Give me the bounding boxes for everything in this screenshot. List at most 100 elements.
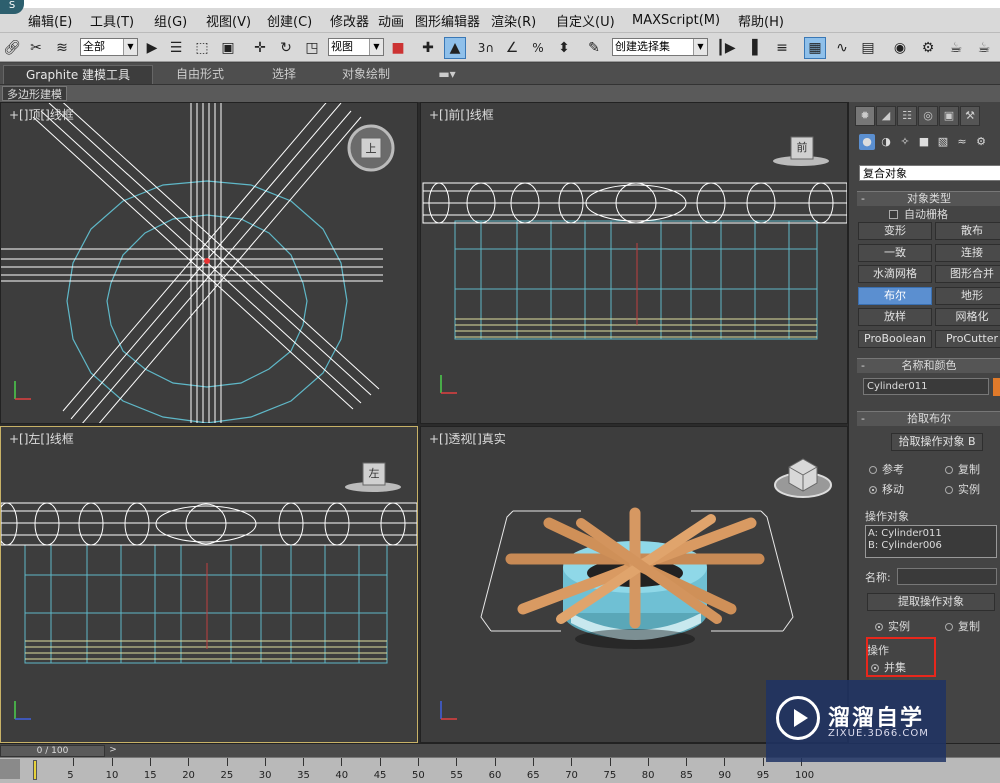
- rendered-frame-window-icon[interactable]: ☕: [946, 37, 966, 59]
- object-type-button-9[interactable]: 网格化: [935, 308, 1000, 326]
- object-type-button-4[interactable]: 水滴网格: [858, 265, 932, 283]
- next-frame-button[interactable]: >: [107, 745, 119, 757]
- object-type-button-7[interactable]: 地形: [935, 286, 1000, 305]
- viewport-front[interactable]: +[]前[]线框 前: [420, 102, 848, 424]
- render-setup-icon[interactable]: ⚙: [918, 37, 938, 59]
- move-icon[interactable]: ✛: [250, 37, 270, 59]
- rectangular-selection-icon[interactable]: ⬚: [192, 37, 212, 59]
- menu-item-2[interactable]: 组(G): [154, 11, 187, 30]
- spacewarps-icon[interactable]: ≈: [954, 134, 970, 150]
- viewcube-face[interactable]: 上: [363, 141, 379, 157]
- hierarchy-tab-icon[interactable]: ☷: [897, 106, 917, 126]
- schematic-view-icon[interactable]: ▤: [858, 37, 878, 59]
- shapes-icon[interactable]: ◑: [878, 134, 894, 150]
- object-type-button-1[interactable]: 散布: [935, 222, 1000, 240]
- layer-manager-icon[interactable]: ≡: [772, 37, 792, 59]
- object-type-button-6[interactable]: 布尔: [858, 286, 932, 305]
- viewport-top[interactable]: +[]顶[]线框 上: [0, 102, 418, 424]
- viewport-label[interactable]: +[]透视[]真实: [429, 430, 510, 447]
- object-type-button-0[interactable]: 变形: [858, 222, 932, 240]
- select-manipulate-icon[interactable]: ✚: [418, 37, 438, 59]
- pick-operand-b-button[interactable]: 拾取操作对象 B: [891, 433, 983, 451]
- radio-copy[interactable]: 复制: [945, 461, 980, 477]
- rollout-object-type[interactable]: - 对象类型: [857, 191, 1000, 206]
- menu-item-1[interactable]: 工具(T): [90, 11, 134, 30]
- pivot-center-icon[interactable]: ■: [388, 37, 408, 59]
- tab-freeform[interactable]: 自由形式: [168, 65, 232, 84]
- motion-tab-icon[interactable]: ◎: [918, 106, 938, 126]
- radio-extract-instance[interactable]: 实例: [875, 618, 910, 634]
- radio-extract-copy[interactable]: 复制: [945, 618, 980, 634]
- modify-tab-icon[interactable]: ◢: [876, 106, 896, 126]
- reference-coordinate-dropdown[interactable]: 视图 ▼: [328, 38, 384, 56]
- graphite-toggle-icon[interactable]: ▦: [804, 37, 826, 59]
- operands-list[interactable]: A: Cylinder011 B: Cylinder006: [865, 525, 997, 558]
- tab-graphite-modeling[interactable]: Graphite 建模工具: [3, 65, 153, 84]
- select-object-icon[interactable]: ▶: [142, 37, 162, 59]
- tab-selection[interactable]: 选择: [262, 65, 306, 84]
- snaps-toggle-icon[interactable]: 3 ∩: [476, 37, 496, 59]
- menu-item-7[interactable]: 图形编辑器: [415, 11, 480, 30]
- menu-item-0[interactable]: 编辑(E): [28, 11, 72, 30]
- ribbon-options-icon[interactable]: ▬▾: [432, 65, 462, 84]
- align-icon[interactable]: ▐: [742, 37, 762, 59]
- select-by-name-icon[interactable]: ☰: [166, 37, 186, 59]
- keyboard-shortcut-override-icon[interactable]: ▲: [444, 37, 466, 59]
- extract-operand-button[interactable]: 提取操作对象: [867, 593, 995, 611]
- viewcube-face[interactable]: 前: [793, 140, 811, 156]
- create-tab-icon[interactable]: ✹: [855, 106, 875, 126]
- mirror-icon[interactable]: ┃▶: [716, 37, 736, 59]
- menu-item-11[interactable]: 帮助(H): [738, 11, 784, 30]
- object-type-button-2[interactable]: 一致: [858, 243, 932, 262]
- object-type-button-10[interactable]: ProBoolean: [858, 329, 932, 348]
- operand-b[interactable]: B: Cylinder006: [868, 540, 994, 552]
- viewport-label[interactable]: +[]顶[]线框: [9, 106, 78, 123]
- edit-named-selection-icon[interactable]: ✎: [584, 37, 604, 59]
- operand-name-input[interactable]: [897, 568, 997, 585]
- scale-icon[interactable]: ◳: [302, 37, 322, 59]
- systems-icon[interactable]: ⚙: [973, 134, 989, 150]
- current-frame-marker[interactable]: [33, 760, 37, 780]
- object-type-button-8[interactable]: 放样: [858, 308, 932, 326]
- geometry-icon[interactable]: ●: [859, 134, 875, 150]
- render-icon[interactable]: ☕: [974, 37, 994, 59]
- menu-item-9[interactable]: 自定义(U): [556, 11, 615, 30]
- helpers-icon[interactable]: ▧: [935, 134, 951, 150]
- angle-snap-icon[interactable]: ∠: [502, 37, 522, 59]
- display-tab-icon[interactable]: ▣: [939, 106, 959, 126]
- menu-item-4[interactable]: 创建(C): [267, 11, 312, 30]
- lights-icon[interactable]: ✧: [897, 134, 913, 150]
- radio-reference[interactable]: 参考: [869, 461, 904, 477]
- named-selection-sets-dropdown[interactable]: 创建选择集 ▼: [612, 38, 708, 56]
- menu-item-3[interactable]: 视图(V): [206, 11, 251, 30]
- object-name-input[interactable]: Cylinder011: [863, 378, 989, 395]
- cameras-icon[interactable]: ■: [916, 134, 932, 150]
- viewport-label[interactable]: +[]左[]线框: [9, 430, 78, 447]
- spinner-snap-icon[interactable]: ⬍: [554, 37, 574, 59]
- object-type-button-3[interactable]: 连接: [935, 243, 1000, 262]
- rotate-icon[interactable]: ↻: [276, 37, 296, 59]
- object-type-button-11[interactable]: ProCutter: [935, 329, 1000, 348]
- object-color-swatch[interactable]: [993, 378, 1000, 396]
- menu-item-10[interactable]: MAXScript(M): [632, 13, 720, 28]
- polygon-modeling-tab[interactable]: 多边形建模: [2, 86, 67, 101]
- viewport-label[interactable]: +[]前[]线框: [429, 106, 498, 123]
- radio-move[interactable]: 移动: [869, 481, 904, 497]
- tab-object-paint[interactable]: 对象绘制: [334, 65, 398, 84]
- object-type-button-5[interactable]: 图形合并: [935, 265, 1000, 283]
- viewport-left[interactable]: +[]左[]线框 左: [0, 426, 418, 743]
- auto-grid-checkbox[interactable]: 自动栅格: [889, 206, 948, 222]
- link-icon[interactable]: 🔗︎: [2, 37, 22, 59]
- menu-item-6[interactable]: 动画: [378, 11, 404, 30]
- material-editor-icon[interactable]: ◉: [890, 37, 910, 59]
- viewcube-face[interactable]: 左: [365, 466, 383, 482]
- time-slider[interactable]: 0 / 100: [0, 745, 105, 757]
- selection-filter-dropdown[interactable]: 全部 ▼: [80, 38, 138, 56]
- radio-instance[interactable]: 实例: [945, 481, 980, 497]
- menu-item-5[interactable]: 修改器: [330, 11, 369, 30]
- operand-a[interactable]: A: Cylinder011: [868, 528, 994, 540]
- rollout-name-color[interactable]: - 名称和颜色: [857, 358, 1000, 373]
- bind-spacewarp-icon[interactable]: ≋: [52, 37, 72, 59]
- window-crossing-icon[interactable]: ▣: [218, 37, 238, 59]
- menu-item-8[interactable]: 渲染(R): [491, 11, 536, 30]
